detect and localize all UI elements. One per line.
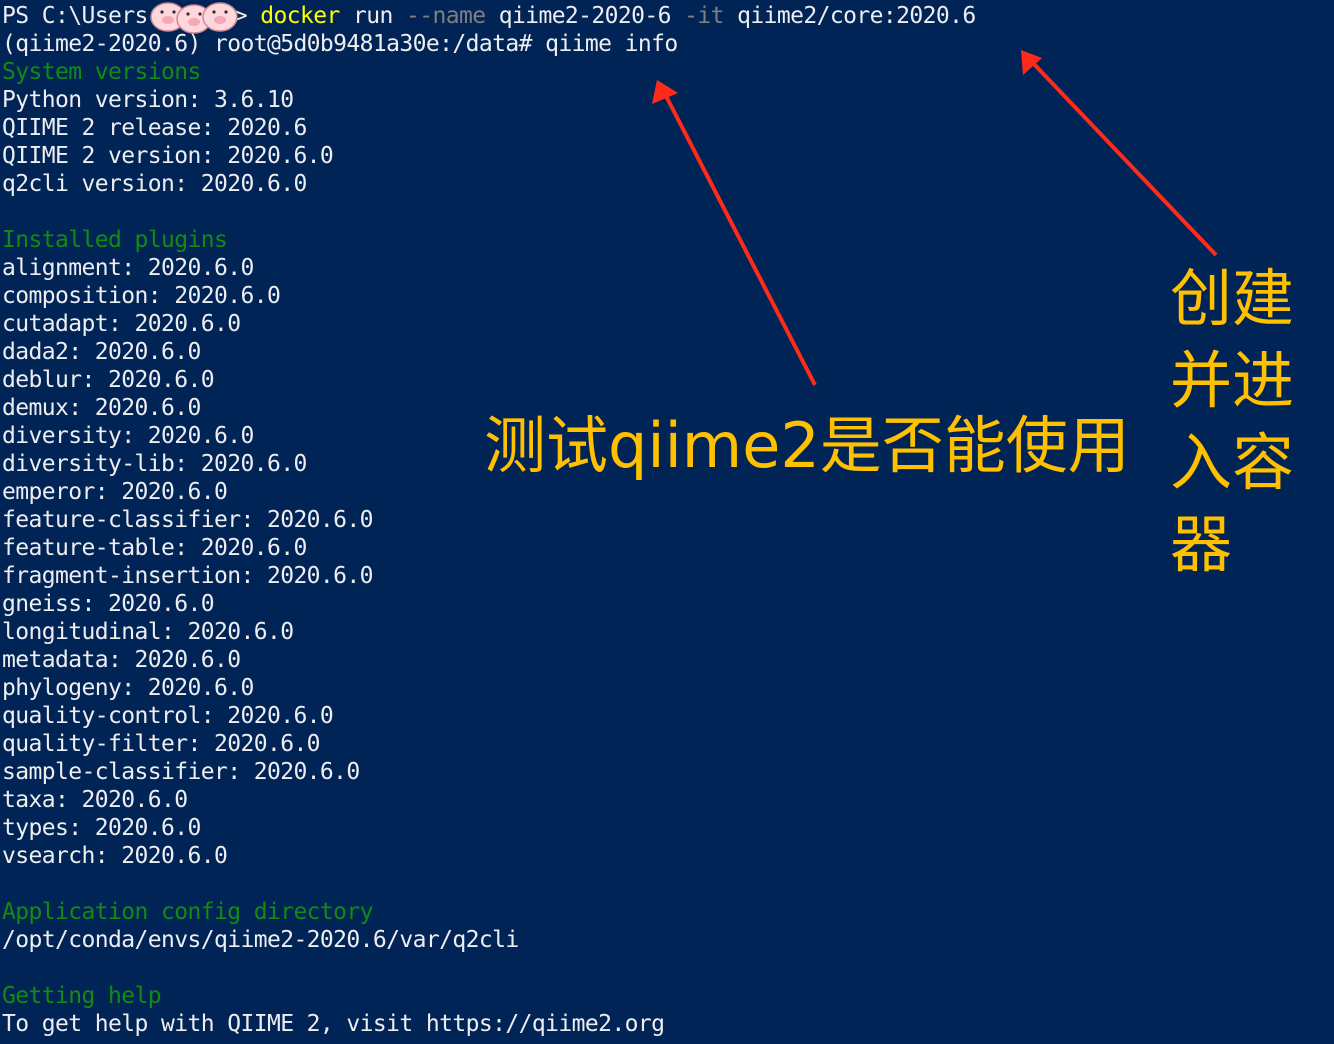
annotation-line: 器 (1170, 508, 1233, 581)
arrow-to-docker-run-icon (1021, 50, 1218, 257)
arrow-to-qiime-info-icon (652, 80, 817, 386)
annotation-line: 并进 (1170, 344, 1295, 417)
annotation-arrows (652, 50, 1218, 386)
annotation-line: 入容 (1170, 426, 1295, 499)
annotation-create-container: 创建 并进 入容 器 (1170, 258, 1320, 586)
annotation-test-qiime: 测试qiime2是否能使用 (484, 409, 1130, 482)
annotation-line: 创建 (1170, 262, 1295, 335)
